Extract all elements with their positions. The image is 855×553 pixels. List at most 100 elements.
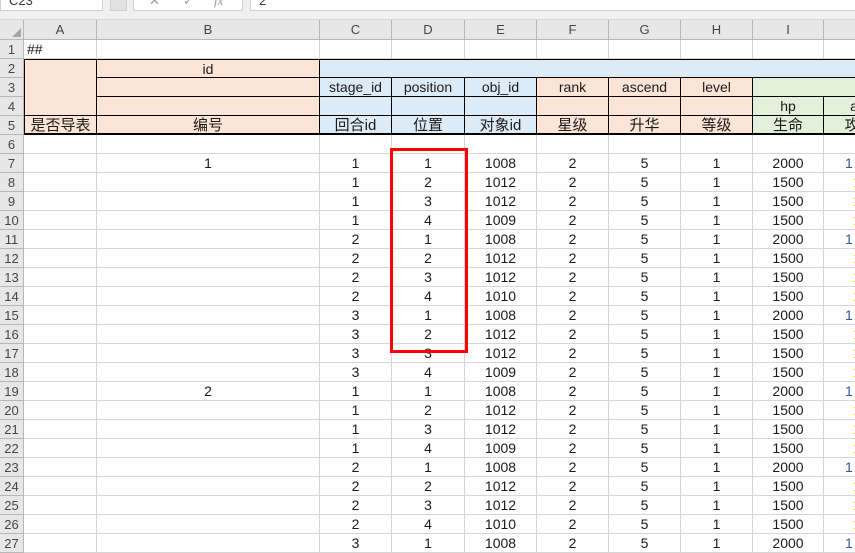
cell-c15[interactable]: 3 xyxy=(320,306,392,325)
cell-g14[interactable]: 5 xyxy=(609,287,681,306)
cell-e11[interactable]: 1008 xyxy=(465,230,537,249)
row-header-22[interactable]: 22 xyxy=(0,439,24,458)
cell-g23[interactable]: 5 xyxy=(609,458,681,477)
cell-d21[interactable]: 3 xyxy=(392,420,465,439)
cell-f12[interactable]: 2 xyxy=(537,249,609,268)
row-header-18[interactable]: 18 xyxy=(0,363,24,382)
cell-c11[interactable]: 2 xyxy=(320,230,392,249)
row-header-10[interactable]: 10 xyxy=(0,211,24,230)
cell-j19[interactable]: 1 xyxy=(824,382,855,401)
cell-d3-position[interactable]: position xyxy=(392,78,465,97)
cell-g24[interactable]: 5 xyxy=(609,477,681,496)
cell-c13[interactable]: 2 xyxy=(320,268,392,287)
cell-d18[interactable]: 4 xyxy=(392,363,465,382)
column-header-a[interactable]: A xyxy=(24,20,97,40)
cell-b26[interactable] xyxy=(97,515,320,534)
cell-c26[interactable]: 2 xyxy=(320,515,392,534)
cell-a24[interactable] xyxy=(24,477,97,496)
cell-a15[interactable] xyxy=(24,306,97,325)
cell-e9[interactable]: 1012 xyxy=(465,192,537,211)
cell-c17[interactable]: 3 xyxy=(320,344,392,363)
cell-b17[interactable] xyxy=(97,344,320,363)
cell-b20[interactable] xyxy=(97,401,320,420)
cell-g11[interactable]: 5 xyxy=(609,230,681,249)
cell-b23[interactable] xyxy=(97,458,320,477)
cell-d17[interactable]: 3 xyxy=(392,344,465,363)
cell-j23[interactable]: 1 xyxy=(824,458,855,477)
cell-a6[interactable] xyxy=(24,135,97,154)
cell-a8[interactable] xyxy=(24,173,97,192)
cell-c18[interactable]: 3 xyxy=(320,363,392,382)
cell-j13[interactable]: 1 xyxy=(824,268,855,287)
cell-c25[interactable]: 2 xyxy=(320,496,392,515)
formula-input[interactable]: 2 xyxy=(250,0,855,11)
cell-j20[interactable]: 1 xyxy=(824,401,855,420)
cell-a21[interactable] xyxy=(24,420,97,439)
cell-a16[interactable] xyxy=(24,325,97,344)
cell-f15[interactable]: 2 xyxy=(537,306,609,325)
cell-c5-round-id[interactable]: 回合id xyxy=(320,116,392,135)
row-header-26[interactable]: 26 xyxy=(0,515,24,534)
cell-a19[interactable] xyxy=(24,382,97,401)
cell-j1[interactable] xyxy=(824,40,855,59)
cell-j4-atk[interactable]: atk xyxy=(824,97,855,116)
cell-a12[interactable] xyxy=(24,249,97,268)
cell-h24[interactable]: 1 xyxy=(681,477,753,496)
cell-c24[interactable]: 2 xyxy=(320,477,392,496)
cell-e25[interactable]: 1012 xyxy=(465,496,537,515)
cell-f3-rank[interactable]: rank xyxy=(537,78,609,97)
cell-h5-level[interactable]: 等级 xyxy=(681,116,753,135)
cell-g22[interactable]: 5 xyxy=(609,439,681,458)
cell-f9[interactable]: 2 xyxy=(537,192,609,211)
cell-g5-ascend[interactable]: 升华 xyxy=(609,116,681,135)
cell-c12[interactable]: 2 xyxy=(320,249,392,268)
cell-a23[interactable] xyxy=(24,458,97,477)
cell-h23[interactable]: 1 xyxy=(681,458,753,477)
cell-i14[interactable]: 1500 xyxy=(753,287,824,306)
row-header-11[interactable]: 11 xyxy=(0,230,24,249)
cell-a17[interactable] xyxy=(24,344,97,363)
cell-h1[interactable] xyxy=(681,40,753,59)
cell-h3-level[interactable]: level xyxy=(681,78,753,97)
cell-e8[interactable]: 1012 xyxy=(465,173,537,192)
cell-a11[interactable] xyxy=(24,230,97,249)
cell-j7[interactable]: 1 xyxy=(824,154,855,173)
cell-a7[interactable] xyxy=(24,154,97,173)
cell-c9[interactable]: 1 xyxy=(320,192,392,211)
cell-e13[interactable]: 1012 xyxy=(465,268,537,287)
cell-f18[interactable]: 2 xyxy=(537,363,609,382)
cell-g3-ascend[interactable]: ascend xyxy=(609,78,681,97)
cell-j8[interactable]: 1 xyxy=(824,173,855,192)
select-all-corner[interactable] xyxy=(0,20,24,40)
cell-c21[interactable]: 1 xyxy=(320,420,392,439)
cell-c2-j2-merged[interactable] xyxy=(320,59,855,78)
cell-f4[interactable] xyxy=(537,97,609,116)
cell-f21[interactable]: 2 xyxy=(537,420,609,439)
cell-a18[interactable] xyxy=(24,363,97,382)
cell-b22[interactable] xyxy=(97,439,320,458)
cell-h9[interactable]: 1 xyxy=(681,192,753,211)
cell-d10[interactable]: 4 xyxy=(392,211,465,230)
cell-c23[interactable]: 2 xyxy=(320,458,392,477)
cell-e14[interactable]: 1010 xyxy=(465,287,537,306)
cell-b4[interactable] xyxy=(97,97,320,116)
cell-h10[interactable]: 1 xyxy=(681,211,753,230)
cell-b16[interactable] xyxy=(97,325,320,344)
cell-g26[interactable]: 5 xyxy=(609,515,681,534)
cell-i20[interactable]: 1500 xyxy=(753,401,824,420)
cell-f14[interactable]: 2 xyxy=(537,287,609,306)
cell-d11[interactable]: 1 xyxy=(392,230,465,249)
cell-i25[interactable]: 1500 xyxy=(753,496,824,515)
cell-g15[interactable]: 5 xyxy=(609,306,681,325)
row-header-20[interactable]: 20 xyxy=(0,401,24,420)
cell-i5-hp[interactable]: 生命 xyxy=(753,116,824,135)
cell-f8[interactable]: 2 xyxy=(537,173,609,192)
cell-g21[interactable]: 5 xyxy=(609,420,681,439)
cell-d8[interactable]: 2 xyxy=(392,173,465,192)
cell-c6[interactable] xyxy=(320,135,392,154)
row-header-24[interactable]: 24 xyxy=(0,477,24,496)
cell-h21[interactable]: 1 xyxy=(681,420,753,439)
cell-d24[interactable]: 2 xyxy=(392,477,465,496)
cell-b13[interactable] xyxy=(97,268,320,287)
cell-c3-stage-id[interactable]: stage_id xyxy=(320,78,392,97)
